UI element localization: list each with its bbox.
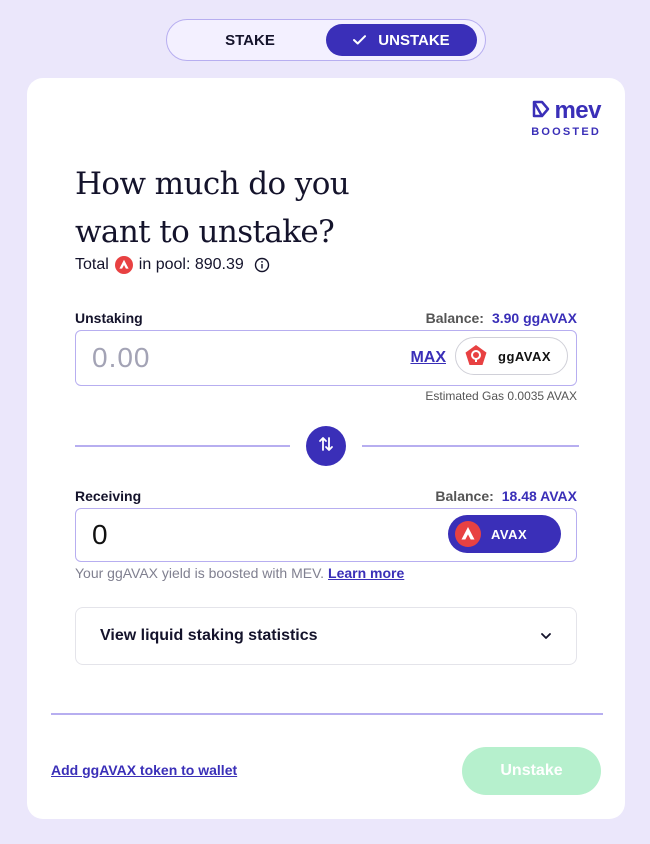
receive-amount-value: 0 [92, 519, 108, 550]
mev-logo-subtitle: BOOSTED [531, 126, 601, 138]
mev-logo-text: mev [554, 97, 601, 124]
unstake-card: mev BOOSTED How much do you want to unst… [27, 78, 625, 819]
unstake-tab[interactable]: UNSTAKE [326, 24, 477, 56]
add-token-to-wallet-link[interactable]: Add ggAVAX token to wallet [51, 762, 237, 778]
swap-divider-left [75, 445, 290, 447]
receiving-label: Receiving [75, 488, 142, 504]
unstaking-label: Unstaking [75, 310, 143, 326]
ggavax-icon [464, 344, 488, 368]
receiving-balance-value: 18.48 AVAX [501, 488, 577, 504]
mev-boosted-logo: mev BOOSTED [531, 97, 601, 139]
pool-total-value: in pool: 890.39 [138, 256, 244, 273]
stats-label: View liquid staking statistics [100, 627, 318, 644]
avax-icon [114, 256, 133, 274]
unstake-amount-field[interactable]: 0.00 MAX ggAVAX [75, 330, 577, 386]
learn-more-link[interactable]: Learn more [328, 565, 404, 581]
liquid-staking-stats-accordion[interactable]: View liquid staking statistics [75, 607, 577, 665]
unstaking-label-row: Unstaking Balance: 3.90 ggAVAX [75, 310, 577, 326]
swap-arrows-icon [316, 434, 336, 459]
check-icon [353, 35, 367, 45]
unstake-amount-input[interactable]: 0.00 [92, 342, 151, 374]
receive-amount-field: 0 AVAX [75, 508, 577, 562]
stake-unstake-toggle: STAKE UNSTAKE [166, 19, 486, 61]
receiving-label-row: Receiving Balance: 18.48 AVAX [75, 488, 577, 504]
ggavax-token-selector[interactable]: ggAVAX [455, 337, 568, 375]
unstake-button[interactable]: Unstake [462, 747, 601, 795]
swap-divider-right [362, 445, 579, 447]
stake-tab-label: STAKE [225, 31, 275, 49]
info-icon[interactable] [254, 257, 270, 273]
mev-logo-icon [532, 100, 554, 122]
footer-divider [51, 713, 603, 715]
page-title: How much do you want to unstake? [75, 166, 350, 250]
yield-note: Your ggAVAX yield is boosted with MEV. Le… [75, 565, 405, 581]
receiving-balance: Balance: 18.48 AVAX [435, 488, 577, 504]
chevron-down-icon [540, 627, 552, 645]
pool-total: Total in pool: 890.39 [75, 256, 270, 274]
swap-direction-button[interactable] [306, 426, 346, 466]
unstaking-balance-value: 3.90 ggAVAX [491, 310, 577, 326]
stake-tab[interactable]: STAKE [175, 24, 325, 56]
ggavax-token-label: ggAVAX [498, 348, 552, 364]
unstaking-balance: Balance: 3.90 ggAVAX [425, 310, 577, 326]
unstake-tab-label: UNSTAKE [378, 31, 450, 49]
avax-token-icon [455, 521, 481, 547]
estimated-gas: Estimated Gas 0.0035 AVAX [425, 389, 577, 403]
avax-token-label: AVAX [491, 526, 528, 542]
max-button[interactable]: MAX [410, 349, 446, 367]
pool-total-prefix: Total [75, 256, 109, 273]
avax-token-selector[interactable]: AVAX [448, 515, 561, 553]
